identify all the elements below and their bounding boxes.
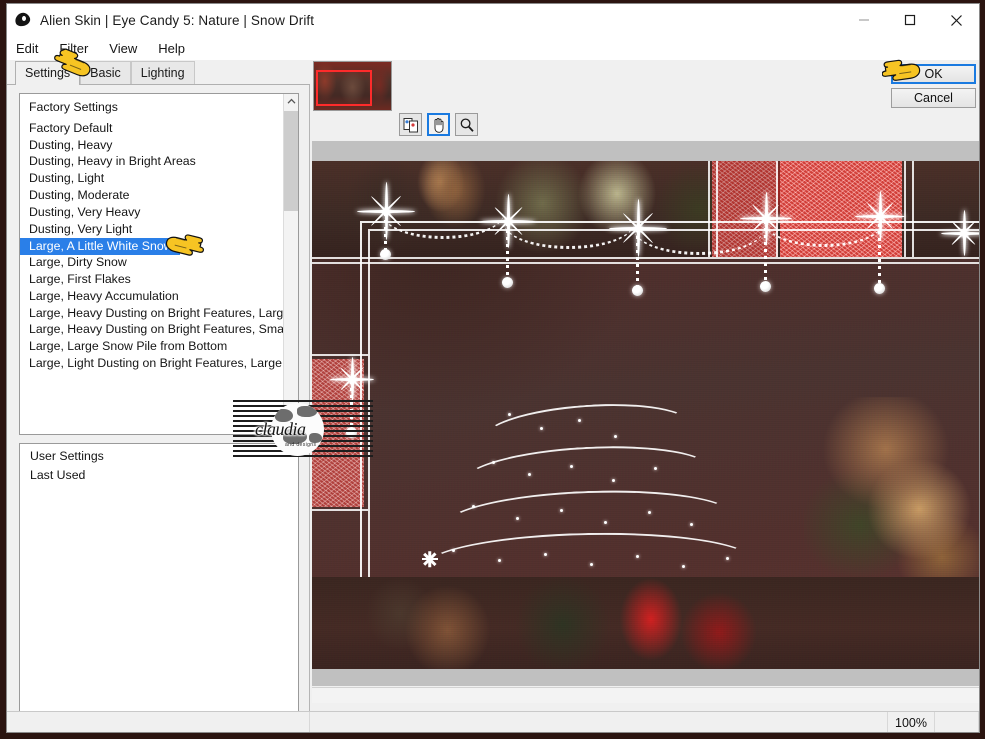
close-button[interactable] (933, 4, 979, 36)
list-item[interactable]: Dusting, Moderate (20, 187, 284, 204)
preview-panel: OK Cancel (311, 60, 979, 712)
status-bar: 100% (7, 711, 979, 732)
settings-list-scrollbar[interactable] (283, 94, 298, 434)
scroll-up-button[interactable] (284, 94, 298, 109)
preview-scroll-strip[interactable] (312, 687, 979, 703)
claudia-watermark: claudia and designs (233, 400, 373, 458)
scene-bottom-photo (312, 577, 979, 669)
hand-icon (434, 117, 444, 133)
maximize-icon (904, 14, 916, 26)
list-item[interactable]: Large, Large Snow Pile from Bottom (20, 338, 284, 355)
alien-skin-icon (13, 11, 32, 29)
preview-toolbar (399, 113, 478, 136)
scrollbar-thumb[interactable] (284, 111, 298, 211)
watermark-text: claudia (255, 419, 306, 439)
menu-edit[interactable]: Edit (16, 41, 38, 56)
tab-basic[interactable]: Basic (80, 61, 131, 84)
pan-tool[interactable] (427, 113, 450, 136)
list-item[interactable]: Dusting, Heavy in Bright Areas (20, 153, 284, 170)
ok-button[interactable]: OK (891, 64, 976, 84)
zoom-tool[interactable] (455, 113, 478, 136)
settings-list: Factory Settings Factory Default Dusting… (20, 94, 284, 434)
menu-help[interactable]: Help (158, 41, 185, 56)
list-item-selected-wrap: Large, A Little White Snow (20, 237, 284, 256)
list-item[interactable]: Large, Heavy Dusting on Bright Features,… (20, 321, 284, 338)
preview-image (312, 161, 979, 669)
window-controls (841, 4, 979, 36)
list-item[interactable]: Large, Dirty Snow (20, 254, 284, 271)
chevron-up-icon (287, 98, 296, 104)
list-item[interactable]: Large, First Flakes (20, 271, 284, 288)
list-item[interactable]: Large, Heavy Accumulation (20, 288, 284, 305)
menu-view[interactable]: View (109, 41, 137, 56)
title-bar: Alien Skin | Eye Candy 5: Nature | Snow … (7, 4, 979, 36)
preview-canvas[interactable] (312, 141, 979, 686)
list-item[interactable]: Dusting, Very Light (20, 221, 284, 238)
list-item[interactable]: Large, Heavy Dusting on Bright Features,… (20, 305, 284, 322)
scene-bear-basket (804, 397, 979, 597)
list-item-selected[interactable]: Large, A Little White Snow (20, 238, 180, 256)
navigator-thumbnail[interactable] (313, 61, 392, 111)
thumbnail-selection-rect[interactable] (316, 70, 372, 106)
image-compare-icon (403, 117, 418, 132)
maximize-button[interactable] (887, 4, 933, 36)
list-item[interactable]: Dusting, Very Heavy (20, 204, 284, 221)
list-item[interactable]: Dusting, Light (20, 170, 284, 187)
minimize-icon (859, 19, 869, 21)
menu-bar: Edit Filter View Help (7, 36, 979, 60)
magnifier-icon (460, 117, 474, 132)
list-group-header: Factory Settings (29, 100, 118, 114)
list-item[interactable]: Last Used (20, 465, 298, 486)
screenshot-root: Alien Skin | Eye Candy 5: Nature | Snow … (0, 0, 985, 739)
preview-compare-tool[interactable] (399, 113, 422, 136)
tab-lighting[interactable]: Lighting (130, 61, 195, 84)
minimize-button[interactable] (841, 4, 887, 36)
manage-button[interactable]: Manage (181, 732, 258, 733)
list-item[interactable]: Dusting, Heavy (20, 137, 284, 154)
tab-strip: Settings Basic Lighting (7, 60, 310, 85)
cancel-button[interactable]: Cancel (891, 88, 976, 108)
close-icon (950, 14, 962, 26)
list-item[interactable]: Factory Default (20, 120, 284, 137)
user-settings-listbox[interactable]: User Settings Last Used (19, 443, 299, 725)
window-title: Alien Skin | Eye Candy 5: Nature | Snow … (40, 12, 315, 28)
menu-filter[interactable]: Filter (59, 41, 88, 56)
save-button[interactable]: Save (64, 732, 141, 733)
watermark-subtext: and designs (285, 442, 317, 448)
list-item[interactable]: Large, Light Dusting on Bright Features,… (20, 355, 284, 372)
zoom-level: 100% (887, 712, 935, 732)
settings-panel: Settings Basic Lighting Factory Settings… (7, 60, 310, 725)
application-window: Alien Skin | Eye Candy 5: Nature | Snow … (6, 3, 980, 733)
factory-settings-listbox[interactable]: Factory Settings Factory Default Dusting… (19, 93, 299, 435)
tab-settings[interactable]: Settings (15, 61, 81, 85)
